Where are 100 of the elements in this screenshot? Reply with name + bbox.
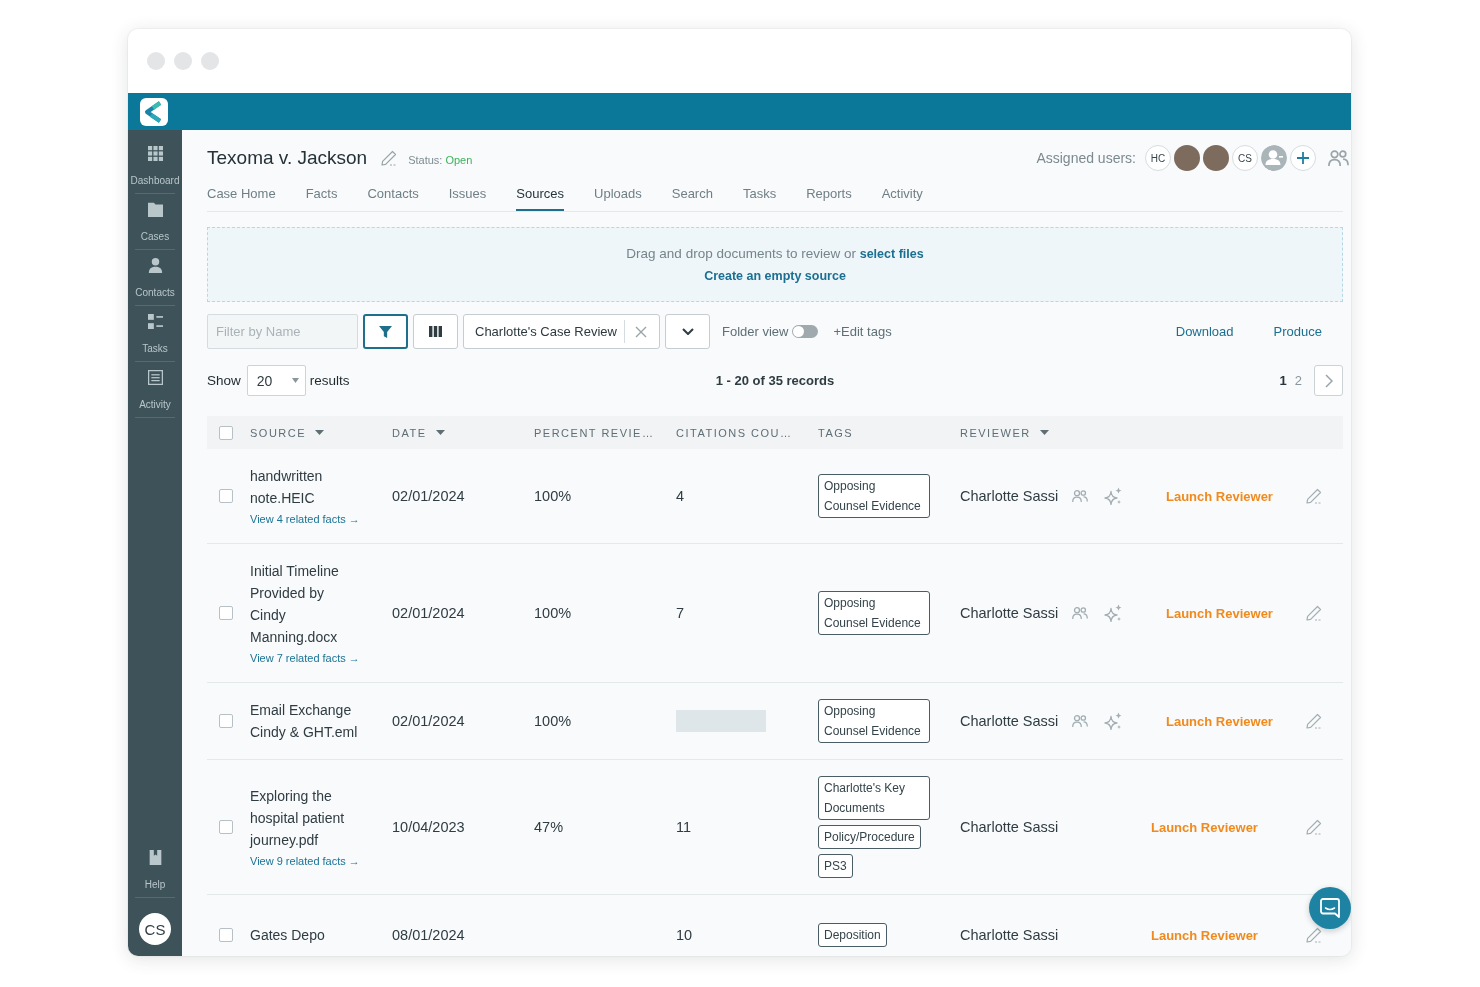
row-checkbox[interactable] bbox=[219, 820, 233, 834]
edit-tags-link[interactable]: +Edit tags bbox=[833, 324, 892, 339]
sparkle-icon[interactable] bbox=[1104, 604, 1123, 622]
tab[interactable]: Uploads bbox=[594, 180, 642, 211]
tab[interactable]: Tasks bbox=[742, 180, 777, 211]
column-header: PERCENT REVIE… bbox=[534, 426, 655, 439]
people-icon[interactable] bbox=[1072, 715, 1089, 727]
sparkle-icon[interactable] bbox=[1104, 712, 1123, 730]
page-size-select[interactable]: 20 bbox=[246, 365, 306, 396]
percent-reviewed: 100% bbox=[534, 488, 572, 504]
source-date: 02/01/2024 bbox=[392, 605, 465, 621]
person-icon bbox=[147, 258, 163, 273]
window-control-icon[interactable] bbox=[201, 52, 219, 70]
tag: Deposition bbox=[818, 923, 887, 947]
row-checkbox[interactable] bbox=[219, 606, 233, 620]
status-label: Status: bbox=[408, 154, 443, 166]
pencil-icon[interactable] bbox=[1306, 819, 1322, 835]
sparkle-icon[interactable] bbox=[1104, 487, 1123, 505]
column-header: CITATIONS COU… bbox=[676, 426, 793, 439]
create-source-link[interactable]: Create an empty source bbox=[704, 264, 846, 287]
pencil-icon[interactable] bbox=[1306, 488, 1322, 504]
source-date: 10/04/2023 bbox=[392, 819, 465, 835]
select-files-link[interactable]: select files bbox=[859, 246, 924, 261]
avatar-icon bbox=[1203, 145, 1229, 171]
people-icon[interactable] bbox=[1328, 150, 1349, 166]
folder-icon bbox=[147, 202, 163, 217]
tag: Opposing Counsel Evidence bbox=[818, 699, 930, 743]
reviewer-name: Charlotte Sassi bbox=[960, 927, 1059, 943]
user-avatar: CS bbox=[1232, 145, 1258, 171]
column-header[interactable]: REVIEWER bbox=[960, 426, 1049, 439]
user-avatar: HC bbox=[1145, 145, 1171, 171]
percent-reviewed: 47% bbox=[534, 819, 564, 835]
pencil-icon[interactable] bbox=[381, 150, 398, 166]
pencil-icon[interactable] bbox=[1306, 605, 1322, 621]
tab[interactable]: Sources bbox=[516, 180, 565, 211]
window-control-icon[interactable] bbox=[174, 52, 192, 70]
reviewer-name: Charlotte Sassi bbox=[960, 488, 1059, 504]
related-facts-link[interactable]: View 4 related facts → bbox=[250, 511, 360, 527]
filter-field[interactable]: Filter by Name bbox=[207, 314, 358, 349]
select-all-checkbox[interactable] bbox=[219, 425, 233, 440]
row-checkbox[interactable] bbox=[219, 928, 233, 942]
column-header: TAGS bbox=[818, 426, 854, 439]
tag: Charlotte's Key Documents bbox=[818, 776, 930, 820]
tag: PS3 bbox=[818, 854, 853, 878]
folder-view-toggle[interactable] bbox=[792, 325, 819, 338]
grid-icon bbox=[147, 146, 163, 161]
action-link[interactable]: Download bbox=[1175, 324, 1234, 339]
source-name: Initial Timeline Provided by Cindy Manning.docx bbox=[250, 562, 340, 647]
pencil-icon[interactable] bbox=[1306, 713, 1322, 729]
results-label: results bbox=[309, 373, 350, 388]
citations-count: 11 bbox=[676, 819, 692, 835]
tab[interactable]: Search bbox=[671, 180, 713, 211]
people-icon[interactable] bbox=[1072, 490, 1089, 502]
next-page-button[interactable] bbox=[1314, 365, 1343, 396]
pencil-icon[interactable] bbox=[1306, 927, 1322, 943]
tag: Opposing Counsel Evidence bbox=[818, 474, 930, 518]
show-label: Show bbox=[207, 373, 241, 388]
filter-button[interactable] bbox=[363, 314, 408, 349]
page-link[interactable]: 1 bbox=[1279, 373, 1287, 388]
drop-zone[interactable]: Drag and drop documents to review or select files Create an empty source bbox=[207, 227, 1343, 302]
window-control-icon[interactable] bbox=[147, 52, 165, 70]
people-icon[interactable] bbox=[1072, 607, 1089, 619]
chat-bubble-icon bbox=[1320, 898, 1340, 918]
caret-down-icon bbox=[291, 378, 299, 383]
user-avatar[interactable]: CS bbox=[139, 913, 171, 945]
tab[interactable]: Contacts bbox=[367, 180, 419, 211]
dropdown-button[interactable] bbox=[665, 314, 710, 349]
columns-button[interactable] bbox=[413, 314, 458, 349]
tab[interactable]: Activity bbox=[881, 180, 923, 211]
view-dropdown[interactable]: Charlotte's Case Review bbox=[463, 314, 660, 349]
citations-count: 10 bbox=[676, 927, 693, 943]
action-link[interactable]: Produce bbox=[1273, 324, 1322, 339]
source-name: Email Exchange Cindy & GHT.eml bbox=[250, 701, 358, 742]
source-date: 02/01/2024 bbox=[392, 488, 465, 504]
reviewer-name: Charlotte Sassi bbox=[960, 819, 1059, 835]
column-header[interactable]: SOURCE bbox=[250, 426, 325, 439]
column-header[interactable]: DATE bbox=[392, 426, 445, 439]
add-user-button[interactable] bbox=[1290, 145, 1316, 171]
reviewer-name: Charlotte Sassi bbox=[960, 605, 1059, 621]
related-facts-link[interactable]: View 9 related facts → bbox=[250, 853, 360, 869]
source-name: handwritten note.HEIC bbox=[250, 467, 324, 508]
citations-count: 7 bbox=[676, 605, 685, 621]
percent-reviewed: 100% bbox=[534, 605, 572, 621]
tab[interactable]: Reports bbox=[806, 180, 852, 211]
row-checkbox[interactable] bbox=[219, 489, 233, 503]
source-date: 02/01/2024 bbox=[392, 713, 465, 729]
related-facts-link[interactable]: View 7 related facts → bbox=[250, 650, 360, 666]
logo-icon[interactable] bbox=[140, 97, 168, 126]
person-avatar-icon bbox=[1261, 145, 1287, 171]
tab[interactable]: Case Home bbox=[207, 180, 276, 211]
list-icon bbox=[147, 314, 163, 329]
chevron-right-icon bbox=[1324, 373, 1333, 388]
tab[interactable]: Issues bbox=[448, 180, 487, 211]
page-link[interactable]: 2 bbox=[1294, 373, 1302, 388]
tab[interactable]: Facts bbox=[305, 180, 338, 211]
folder-view-label: Folder view bbox=[722, 324, 789, 339]
close-icon[interactable] bbox=[635, 325, 647, 338]
reviewer-name: Charlotte Sassi bbox=[960, 713, 1059, 729]
source-date: 08/01/2024 bbox=[392, 927, 465, 943]
row-checkbox[interactable] bbox=[219, 714, 233, 728]
